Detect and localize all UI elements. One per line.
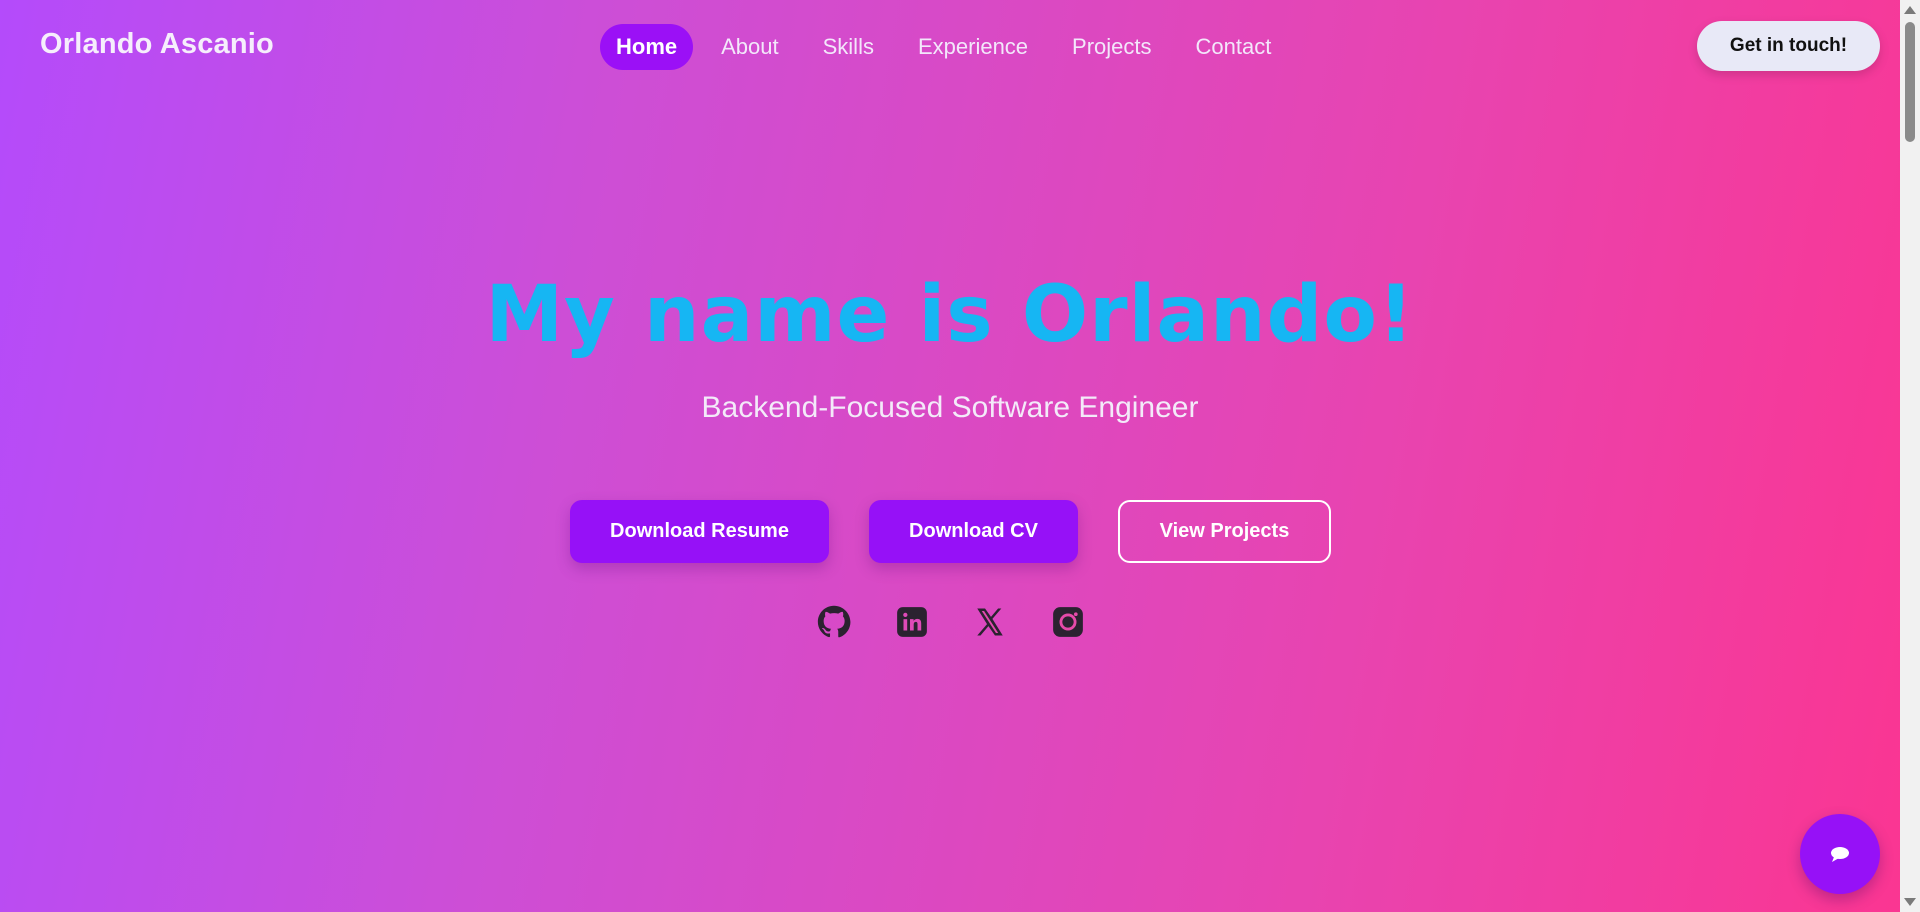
viewport: Orlando Ascanio Home About Skills Experi… xyxy=(0,0,1900,912)
scroll-up-arrow-icon[interactable] xyxy=(1904,6,1916,14)
get-in-touch-button[interactable]: Get in touch! xyxy=(1697,21,1880,71)
view-projects-button[interactable]: View Projects xyxy=(1118,500,1331,563)
nav-home[interactable]: Home xyxy=(600,24,694,70)
github-icon[interactable] xyxy=(816,604,852,640)
scrollbar[interactable] xyxy=(1900,0,1920,912)
x-icon[interactable] xyxy=(972,604,1008,640)
page: Orlando Ascanio Home About Skills Experi… xyxy=(0,0,1920,912)
scroll-thumb[interactable] xyxy=(1905,22,1915,142)
download-resume-button[interactable]: Download Resume xyxy=(570,500,829,563)
nav-skills[interactable]: Skills xyxy=(807,24,890,70)
nav-contact[interactable]: Contact xyxy=(1180,24,1288,70)
brand-name[interactable]: Orlando Ascanio xyxy=(40,28,274,61)
linkedin-icon[interactable] xyxy=(894,604,930,640)
hero-subtitle: Backend-Focused Software Engineer xyxy=(701,391,1199,424)
nav-about[interactable]: About xyxy=(705,24,795,70)
scroll-down-arrow-icon[interactable] xyxy=(1904,898,1916,906)
social-links xyxy=(816,604,1086,640)
hero-title: My name is Orlando! xyxy=(485,270,1415,360)
download-cv-button[interactable]: Download CV xyxy=(869,500,1078,563)
nav-experience[interactable]: Experience xyxy=(902,24,1044,70)
chat-bubble-icon xyxy=(1831,847,1849,862)
main-nav: Home About Skills Experience Projects Co… xyxy=(600,24,1287,70)
instagram-icon[interactable] xyxy=(1050,604,1086,640)
chat-button[interactable] xyxy=(1800,814,1880,894)
nav-projects[interactable]: Projects xyxy=(1056,24,1167,70)
